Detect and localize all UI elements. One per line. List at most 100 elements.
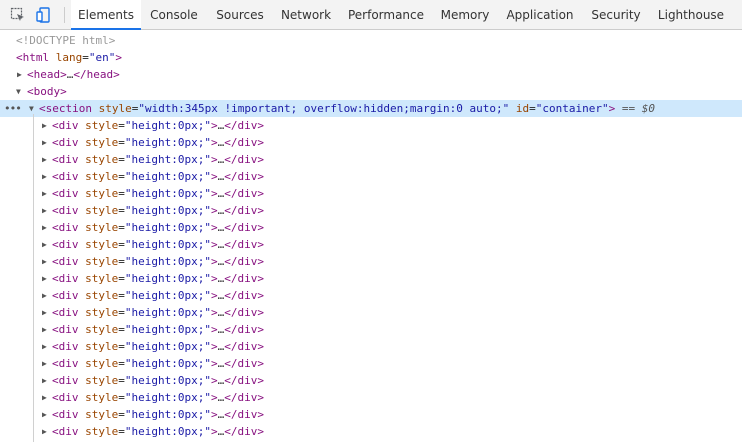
div-node[interactable]: ▶ <div style="height:0px;">…</div>	[0, 338, 742, 355]
div-style-attr: style	[85, 119, 119, 132]
div-style-value: "height:0px;"	[124, 425, 211, 438]
div-end-tag: </div>	[224, 221, 264, 234]
div-end-tag: </div>	[224, 289, 264, 302]
tab-sources[interactable]: Sources	[210, 0, 270, 29]
expand-triangle-icon[interactable]: ▶	[42, 117, 47, 134]
body-node[interactable]: ▼ <body>	[0, 83, 742, 100]
expand-triangle-icon[interactable]: ▶	[42, 372, 47, 389]
div-style-attr: style	[85, 425, 119, 438]
expand-triangle-icon[interactable]: ▶	[42, 270, 47, 287]
doctype-line[interactable]: <!DOCTYPE html>	[0, 32, 742, 49]
div-end-tag: </div>	[224, 238, 264, 251]
div-style-value: "height:0px;"	[124, 187, 211, 200]
expand-triangle-icon[interactable]: ▶	[42, 202, 47, 219]
expand-triangle-icon[interactable]: ▶	[42, 321, 47, 338]
tab-lighthouse[interactable]: Lighthouse	[654, 0, 728, 29]
div-end-tag: </div>	[224, 374, 264, 387]
div-node[interactable]: ▶ <div style="height:0px;">…</div>	[0, 219, 742, 236]
div-node[interactable]: ▶ <div style="height:0px;">…</div>	[0, 253, 742, 270]
div-open-tag: <div	[52, 408, 79, 421]
tab-console[interactable]: Console	[143, 0, 205, 29]
div-end-tag: </div>	[224, 306, 264, 319]
div-style-value: "height:0px;"	[124, 340, 211, 353]
div-close-bracket: >	[210, 340, 218, 353]
div-open-tag: <div	[52, 153, 79, 166]
expand-triangle-icon[interactable]: ▶	[42, 423, 47, 440]
div-node[interactable]: ▶ <div style="height:0px;">…</div>	[0, 270, 742, 287]
tab-security[interactable]: Security	[587, 0, 645, 29]
div-node[interactable]: ▶ <div style="height:0px;">…</div>	[0, 168, 742, 185]
div-style-value: "height:0px;"	[124, 153, 211, 166]
div-node[interactable]: ▶ <div style="height:0px;">…</div>	[0, 304, 742, 321]
div-node[interactable]: ▶ <div style="height:0px;">…</div>	[0, 202, 742, 219]
tab-performance[interactable]: Performance	[345, 0, 427, 29]
div-node[interactable]: ▶ <div style="height:0px;">…</div>	[0, 406, 742, 423]
div-node[interactable]: ▶ <div style="height:0px;">…</div>	[0, 134, 742, 151]
div-close-bracket: >	[210, 153, 218, 166]
doctype-text: <!DOCTYPE html>	[16, 34, 116, 47]
div-style-attr: style	[85, 153, 119, 166]
expand-triangle-icon[interactable]: ▶	[42, 389, 47, 406]
div-node-text: <div style="height:0px;">…</div>	[52, 153, 264, 166]
div-open-tag: <div	[52, 170, 79, 183]
div-style-attr: style	[85, 255, 119, 268]
div-style-value: "height:0px;"	[124, 306, 211, 319]
tab-application[interactable]: Application	[503, 0, 577, 29]
div-node[interactable]: ▶ <div style="height:0px;">…</div>	[0, 287, 742, 304]
expand-triangle-icon[interactable]: ▶	[42, 338, 47, 355]
tab-memory[interactable]: Memory	[436, 0, 494, 29]
device-toolbar-icon[interactable]	[36, 7, 52, 23]
div-end-tag: </div>	[224, 323, 264, 336]
div-node[interactable]: ▶ <div style="height:0px;">…</div>	[0, 355, 742, 372]
expand-triangle-icon[interactable]: ▶	[42, 185, 47, 202]
div-node[interactable]: ▶ <div style="height:0px;">…</div>	[0, 236, 742, 253]
expand-triangle-icon[interactable]: ▶	[42, 287, 47, 304]
div-close-bracket: >	[210, 119, 218, 132]
expand-triangle-icon[interactable]: ▶	[42, 168, 47, 185]
html-lang-attr: lang	[55, 51, 83, 64]
section-node-text: <section style="width:345px !important; …	[39, 102, 655, 115]
div-close-bracket: >	[210, 170, 218, 183]
div-end-tag: </div>	[224, 408, 264, 421]
tab-elements[interactable]: Elements	[71, 0, 141, 30]
div-style-value: "height:0px;"	[124, 221, 211, 234]
div-close-bracket: >	[210, 238, 218, 251]
expand-triangle-icon[interactable]: ▶	[42, 219, 47, 236]
div-node[interactable]: ▶ <div style="height:0px;">…</div>	[0, 372, 742, 389]
div-style-value: "height:0px;"	[124, 289, 211, 302]
div-close-bracket: >	[210, 136, 218, 149]
head-node[interactable]: ▶ <head>…</head>	[0, 66, 742, 83]
more-actions-icon[interactable]: •••	[4, 100, 22, 117]
div-node-text: <div style="height:0px;">…</div>	[52, 425, 264, 438]
div-style-attr: style	[85, 408, 119, 421]
div-node[interactable]: ▶ <div style="height:0px;">…</div>	[0, 423, 742, 440]
div-node[interactable]: ▶ <div style="height:0px;">…</div>	[0, 389, 742, 406]
expand-triangle-icon[interactable]: ▶	[42, 236, 47, 253]
div-node[interactable]: ▶ <div style="height:0px;">…</div>	[0, 321, 742, 338]
div-style-value: "height:0px;"	[124, 136, 211, 149]
div-open-tag: <div	[52, 374, 79, 387]
div-node[interactable]: ▶ <div style="height:0px;">…</div>	[0, 151, 742, 168]
expand-triangle-icon[interactable]: ▶	[42, 134, 47, 151]
html-node[interactable]: <html lang="en">	[0, 49, 742, 66]
element-picker-icon[interactable]	[10, 7, 26, 23]
expand-triangle-icon[interactable]: ▶	[42, 304, 47, 321]
html-close-bracket: >	[115, 51, 122, 64]
section-node-selected[interactable]: ••• ▼ <section style="width:345px !impor…	[0, 100, 742, 117]
div-close-bracket: >	[210, 323, 218, 336]
div-open-tag: <div	[52, 187, 79, 200]
expand-triangle-icon[interactable]: ▶	[42, 355, 47, 372]
section-close-bracket: >	[608, 102, 616, 115]
expand-triangle-icon[interactable]: ▶	[42, 151, 47, 168]
expand-triangle-icon[interactable]: ▶	[42, 406, 47, 423]
expand-triangle-icon[interactable]: ▶	[17, 66, 22, 83]
div-node-text: <div style="height:0px;">…</div>	[52, 408, 264, 421]
div-node[interactable]: ▶ <div style="height:0px;">…</div>	[0, 185, 742, 202]
div-node[interactable]: ▶ <div style="height:0px;">…</div>	[0, 117, 742, 134]
collapse-triangle-icon[interactable]: ▼	[16, 83, 21, 100]
tab-network[interactable]: Network	[276, 0, 336, 29]
html-open-tag: <html	[16, 51, 50, 64]
div-style-attr: style	[85, 340, 119, 353]
expand-triangle-icon[interactable]: ▶	[42, 253, 47, 270]
toolbar-divider	[64, 7, 65, 23]
